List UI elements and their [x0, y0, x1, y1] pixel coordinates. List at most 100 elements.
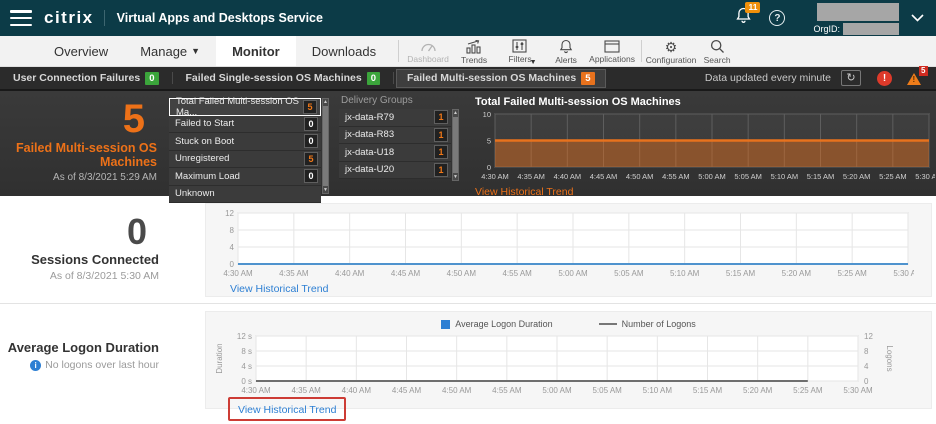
delivery-group-row[interactable]: jx-data-R83 1 [339, 127, 451, 145]
org-id-label: OrgID: [813, 24, 840, 34]
legend-line-icon [599, 323, 617, 325]
count-badge: 0 [145, 72, 158, 85]
svg-text:4:45 AM: 4:45 AM [590, 172, 618, 181]
chevron-down-icon: ▼ [191, 46, 200, 56]
filter-tab-user-connection-failures[interactable]: User Connection Failures 0 [2, 69, 170, 88]
failed-machines-panel: 5 Failed Multi-session OS Machines As of… [0, 89, 936, 196]
svg-text:8 s: 8 s [241, 347, 252, 356]
svg-text:4:30 AM: 4:30 AM [241, 386, 271, 395]
tool-dashboard[interactable]: Dashboard [405, 36, 451, 66]
logon-title: Average Logon Duration [0, 340, 159, 355]
account-chevron-down-icon[interactable] [911, 14, 924, 22]
filter-tab-divider [393, 72, 394, 84]
svg-text:4:45 AM: 4:45 AM [391, 269, 421, 278]
svg-text:4 s: 4 s [241, 362, 252, 371]
sessions-count: 0 [0, 212, 159, 252]
category-failed-to-start[interactable]: Failed to Start 0 [169, 116, 321, 134]
count-badge: 5 [581, 72, 594, 85]
view-historical-trend-link-logon[interactable]: View Historical Trend [238, 404, 336, 416]
refresh-icon: ↻ [846, 72, 855, 84]
error-icon: ! [883, 73, 886, 84]
delivery-groups-block: Delivery Groups jx-data-R79 1 jx-data-R8… [339, 95, 465, 196]
tool-trends[interactable]: Trends [451, 36, 497, 66]
tool-alerts[interactable]: Alerts [543, 36, 589, 66]
legend-item-num-logons: Number of Logons [599, 319, 696, 329]
category-list-scrollbar[interactable]: ▲ ▼ [322, 98, 329, 194]
failed-machines-summary: 5 Failed Multi-session OS Machines As of… [0, 91, 165, 196]
tab-manage[interactable]: Manage▼ [124, 36, 216, 66]
header-actions: 11 ? OrgID: [736, 0, 936, 36]
category-maximum-load[interactable]: Maximum Load 0 [169, 168, 321, 186]
notifications-button[interactable]: 11 [736, 7, 751, 29]
toolbar-divider [641, 40, 642, 62]
tab-monitor[interactable]: Monitor [216, 36, 296, 66]
category-unregistered[interactable]: Unregistered 5 [169, 151, 321, 169]
help-button[interactable]: ? [769, 10, 785, 26]
citrix-logo: citrix [44, 8, 94, 28]
svg-text:4:55 AM: 4:55 AM [662, 172, 690, 181]
filter-tab-failed-single-session[interactable]: Failed Single-session OS Machines 0 [175, 69, 392, 88]
legend-square-icon [441, 320, 450, 329]
svg-text:8: 8 [230, 226, 235, 235]
count-badge: 0 [304, 134, 318, 148]
tab-downloads[interactable]: Downloads [296, 36, 392, 66]
info-icon: i [30, 360, 41, 371]
svg-text:4:40 AM: 4:40 AM [554, 172, 582, 181]
help-icon: ? [774, 13, 780, 24]
warning-alert-button[interactable]: ! 5 [906, 70, 926, 86]
category-unknown[interactable]: Unknown [169, 186, 321, 204]
svg-text:4:50 AM: 4:50 AM [447, 269, 477, 278]
count-badge: 0 [304, 117, 318, 131]
svg-text:4:30 AM: 4:30 AM [481, 172, 509, 181]
error-alert-button[interactable]: ! [877, 71, 892, 86]
tool-applications[interactable]: Applications [589, 36, 635, 66]
logo-divider [104, 10, 105, 26]
svg-text:5:00 AM: 5:00 AM [558, 269, 588, 278]
nav-tabs: Overview Manage▼ Monitor Downloads [38, 36, 392, 66]
filter-tab-divider [172, 72, 173, 84]
delivery-group-row[interactable]: jx-data-R79 1 [339, 109, 451, 127]
svg-text:4:40 AM: 4:40 AM [335, 269, 365, 278]
applications-icon [604, 40, 620, 53]
svg-text:5:25 AM: 5:25 AM [879, 172, 907, 181]
refresh-button[interactable]: ↻ [841, 70, 861, 86]
svg-text:0: 0 [230, 260, 235, 269]
svg-text:5:05 AM: 5:05 AM [614, 269, 644, 278]
app-title: Virtual Apps and Desktops Service [117, 11, 323, 25]
trends-icon [466, 40, 483, 54]
category-stuck-on-boot[interactable]: Stuck on Boot 0 [169, 133, 321, 151]
count-badge: 5 [304, 152, 318, 166]
svg-text:12 s: 12 s [237, 332, 252, 341]
svg-text:4: 4 [864, 362, 869, 371]
filterbar-right: Data updated every minute ↻ ! ! 5 [705, 70, 936, 86]
alerts-bell-icon [559, 39, 573, 54]
filter-tab-failed-multi-session[interactable]: Failed Multi-session OS Machines 5 [396, 69, 606, 88]
svg-text:5:30 AM: 5:30 AM [893, 269, 914, 278]
scroll-up-icon: ▲ [323, 99, 328, 105]
svg-text:5:20 AM: 5:20 AM [743, 386, 773, 395]
logon-note-row: i No logons over last hour [0, 359, 159, 371]
failed-machines-count: 5 [0, 97, 157, 141]
view-historical-trend-link-machines[interactable]: View Historical Trend [475, 186, 573, 198]
svg-text:Logons: Logons [885, 345, 894, 371]
failure-category-list: Total Failed Multi-session OS Ma... 5 Fa… [169, 98, 321, 196]
tool-filters[interactable]: Filters ▼ [497, 36, 543, 66]
delivery-group-row[interactable]: jx-data-U18 1 [339, 144, 451, 162]
delivery-groups-scrollbar[interactable]: ▲ ▼ [452, 109, 459, 181]
delivery-group-row[interactable]: jx-data-U20 1 [339, 162, 451, 180]
svg-text:4:55 AM: 4:55 AM [492, 386, 522, 395]
failed-machines-title: Failed Multi-session OS Machines [0, 141, 157, 169]
hamburger-menu-icon[interactable] [10, 10, 32, 26]
tool-configuration[interactable]: ⚙ Configuration [648, 36, 694, 66]
sessions-section: 0 Sessions Connected As of 8/3/2021 5:30… [0, 196, 936, 303]
svg-text:5:15 AM: 5:15 AM [726, 269, 756, 278]
view-historical-trend-link-sessions[interactable]: View Historical Trend [230, 283, 328, 295]
tab-overview[interactable]: Overview [38, 36, 124, 66]
svg-text:5:05 AM: 5:05 AM [734, 172, 762, 181]
app-root: citrix Virtual Apps and Desktops Service… [0, 0, 936, 424]
svg-text:5:10 AM: 5:10 AM [670, 269, 700, 278]
category-total-failed[interactable]: Total Failed Multi-session OS Ma... 5 [169, 98, 321, 116]
logon-note: No logons over last hour [45, 359, 159, 371]
tool-search[interactable]: Search [694, 36, 740, 66]
logon-card: Average Logon Duration Number of Logons … [205, 311, 932, 409]
